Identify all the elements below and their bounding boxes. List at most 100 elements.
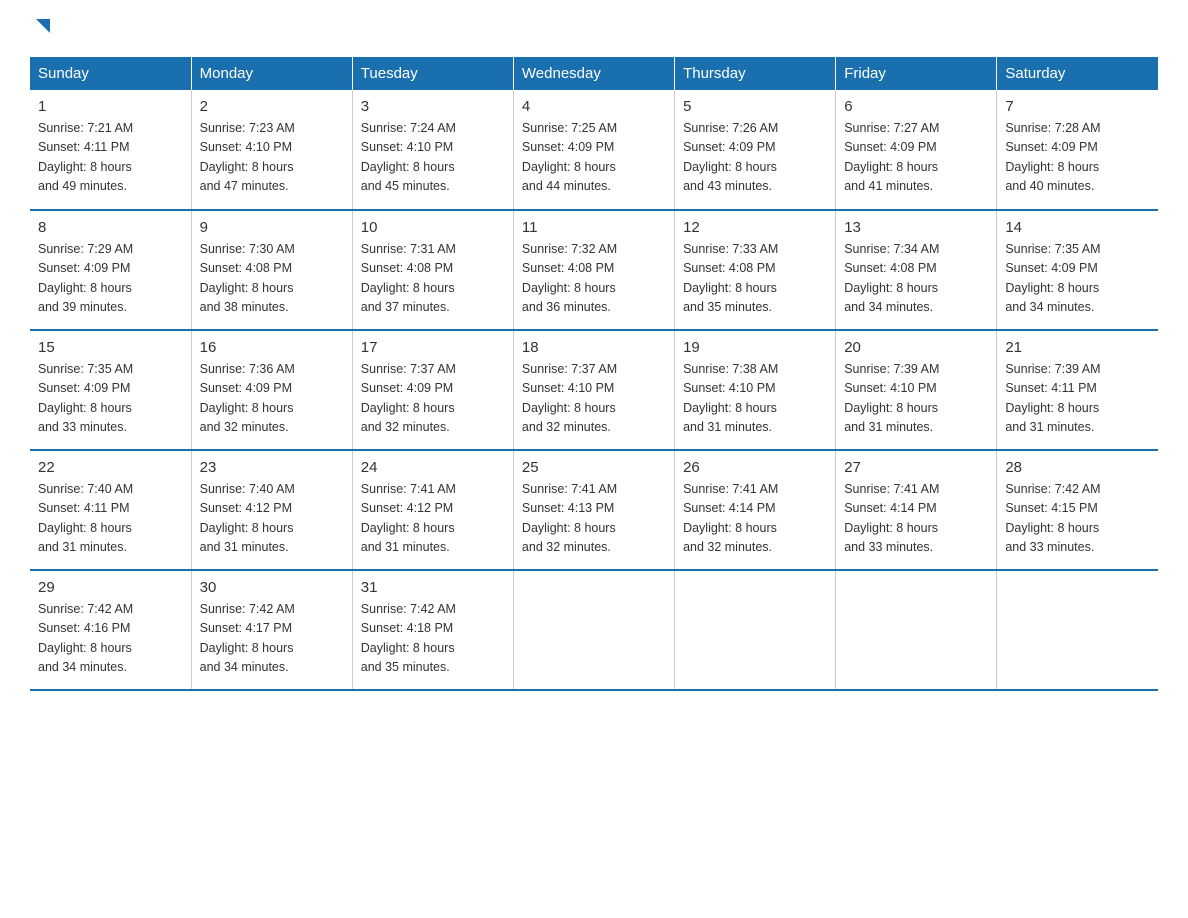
day-number: 25 [522,459,666,476]
calendar-cell: 9 Sunrise: 7:30 AMSunset: 4:08 PMDaylight… [191,210,352,330]
calendar-cell: 24 Sunrise: 7:41 AMSunset: 4:12 PMDayligh… [352,450,513,570]
day-number: 7 [1005,98,1150,115]
day-info: Sunrise: 7:25 AMSunset: 4:09 PMDaylight:… [522,119,666,197]
day-info: Sunrise: 7:32 AMSunset: 4:08 PMDaylight:… [522,240,666,318]
day-info: Sunrise: 7:42 AMSunset: 4:17 PMDaylight:… [200,600,344,678]
day-number: 4 [522,98,666,115]
calendar-cell: 13 Sunrise: 7:34 AMSunset: 4:08 PMDayligh… [836,210,997,330]
day-info: Sunrise: 7:41 AMSunset: 4:14 PMDaylight:… [844,480,988,558]
day-info: Sunrise: 7:41 AMSunset: 4:12 PMDaylight:… [361,480,505,558]
day-info: Sunrise: 7:41 AMSunset: 4:13 PMDaylight:… [522,480,666,558]
day-info: Sunrise: 7:42 AMSunset: 4:18 PMDaylight:… [361,600,505,678]
calendar-week-2: 8 Sunrise: 7:29 AMSunset: 4:09 PMDaylight… [30,210,1158,330]
day-number: 15 [38,339,183,356]
day-info: Sunrise: 7:41 AMSunset: 4:14 PMDaylight:… [683,480,827,558]
day-number: 19 [683,339,827,356]
calendar-cell: 7 Sunrise: 7:28 AMSunset: 4:09 PMDaylight… [997,90,1158,210]
day-number: 13 [844,219,988,236]
calendar-cell: 31Sunrise: 7:42 AMSunset: 4:18 PMDayligh… [352,570,513,690]
logo [30,20,54,37]
page-header [30,20,1158,37]
calendar-week-1: 1 Sunrise: 7:21 AMSunset: 4:11 PMDaylight… [30,90,1158,210]
calendar-cell: 28Sunrise: 7:42 AMSunset: 4:15 PMDayligh… [997,450,1158,570]
calendar-cell: 11 Sunrise: 7:32 AMSunset: 4:08 PMDayligh… [513,210,674,330]
day-number: 14 [1005,219,1150,236]
day-info: Sunrise: 7:36 AMSunset: 4:09 PMDaylight:… [200,360,344,438]
day-number: 20 [844,339,988,356]
day-info: Sunrise: 7:37 AMSunset: 4:10 PMDaylight:… [522,360,666,438]
day-info: Sunrise: 7:38 AMSunset: 4:10 PMDaylight:… [683,360,827,438]
day-number: 1 [38,98,183,115]
weekday-header-tuesday: Tuesday [352,57,513,90]
day-number: 11 [522,219,666,236]
day-number: 10 [361,219,505,236]
calendar-cell: 25 Sunrise: 7:41 AMSunset: 4:13 PMDayligh… [513,450,674,570]
day-number: 30 [200,579,344,596]
day-number: 26 [683,459,827,476]
day-number: 23 [200,459,344,476]
calendar-cell: 3 Sunrise: 7:24 AMSunset: 4:10 PMDaylight… [352,90,513,210]
calendar-cell: 2 Sunrise: 7:23 AMSunset: 4:10 PMDaylight… [191,90,352,210]
calendar-cell [997,570,1158,690]
day-info: Sunrise: 7:28 AMSunset: 4:09 PMDaylight:… [1005,119,1150,197]
calendar-header: SundayMondayTuesdayWednesdayThursdayFrid… [30,57,1158,90]
calendar-cell: 27 Sunrise: 7:41 AMSunset: 4:14 PMDayligh… [836,450,997,570]
calendar-cell: 10Sunrise: 7:31 AMSunset: 4:08 PMDayligh… [352,210,513,330]
day-info: Sunrise: 7:39 AMSunset: 4:10 PMDaylight:… [844,360,988,438]
day-number: 17 [361,339,505,356]
day-number: 18 [522,339,666,356]
calendar-cell: 15 Sunrise: 7:35 AMSunset: 4:09 PMDayligh… [30,330,191,450]
calendar-cell: 14 Sunrise: 7:35 AMSunset: 4:09 PMDayligh… [997,210,1158,330]
day-info: Sunrise: 7:35 AMSunset: 4:09 PMDaylight:… [38,360,183,438]
calendar-cell: 22 Sunrise: 7:40 AMSunset: 4:11 PMDayligh… [30,450,191,570]
calendar-cell: 23Sunrise: 7:40 AMSunset: 4:12 PMDayligh… [191,450,352,570]
calendar-cell [836,570,997,690]
day-number: 29 [38,579,183,596]
day-info: Sunrise: 7:40 AMSunset: 4:11 PMDaylight:… [38,480,183,558]
day-number: 22 [38,459,183,476]
calendar-cell: 21Sunrise: 7:39 AMSunset: 4:11 PMDayligh… [997,330,1158,450]
weekday-header-row: SundayMondayTuesdayWednesdayThursdayFrid… [30,57,1158,90]
day-info: Sunrise: 7:21 AMSunset: 4:11 PMDaylight:… [38,119,183,197]
day-number: 9 [200,219,344,236]
calendar-cell: 5 Sunrise: 7:26 AMSunset: 4:09 PMDaylight… [675,90,836,210]
calendar-cell: 20 Sunrise: 7:39 AMSunset: 4:10 PMDayligh… [836,330,997,450]
day-info: Sunrise: 7:23 AMSunset: 4:10 PMDaylight:… [200,119,344,197]
day-info: Sunrise: 7:27 AMSunset: 4:09 PMDaylight:… [844,119,988,197]
day-number: 12 [683,219,827,236]
day-number: 5 [683,98,827,115]
day-number: 24 [361,459,505,476]
day-number: 6 [844,98,988,115]
calendar-cell: 26 Sunrise: 7:41 AMSunset: 4:14 PMDayligh… [675,450,836,570]
day-info: Sunrise: 7:33 AMSunset: 4:08 PMDaylight:… [683,240,827,318]
calendar-cell: 18 Sunrise: 7:37 AMSunset: 4:10 PMDayligh… [513,330,674,450]
day-info: Sunrise: 7:24 AMSunset: 4:10 PMDaylight:… [361,119,505,197]
calendar-week-3: 15 Sunrise: 7:35 AMSunset: 4:09 PMDayligh… [30,330,1158,450]
calendar-cell [513,570,674,690]
weekday-header-sunday: Sunday [30,57,191,90]
calendar-week-4: 22 Sunrise: 7:40 AMSunset: 4:11 PMDayligh… [30,450,1158,570]
calendar-cell: 8 Sunrise: 7:29 AMSunset: 4:09 PMDaylight… [30,210,191,330]
day-number: 28 [1005,459,1150,476]
day-number: 16 [200,339,344,356]
calendar-table: SundayMondayTuesdayWednesdayThursdayFrid… [30,57,1158,691]
calendar-cell: 30 Sunrise: 7:42 AMSunset: 4:17 PMDayligh… [191,570,352,690]
day-info: Sunrise: 7:34 AMSunset: 4:08 PMDaylight:… [844,240,988,318]
logo-arrow-icon [32,15,54,37]
calendar-body: 1 Sunrise: 7:21 AMSunset: 4:11 PMDaylight… [30,90,1158,690]
calendar-cell: 6 Sunrise: 7:27 AMSunset: 4:09 PMDaylight… [836,90,997,210]
day-number: 21 [1005,339,1150,356]
day-info: Sunrise: 7:35 AMSunset: 4:09 PMDaylight:… [1005,240,1150,318]
weekday-header-wednesday: Wednesday [513,57,674,90]
day-info: Sunrise: 7:26 AMSunset: 4:09 PMDaylight:… [683,119,827,197]
calendar-cell: 4 Sunrise: 7:25 AMSunset: 4:09 PMDaylight… [513,90,674,210]
day-number: 2 [200,98,344,115]
weekday-header-friday: Friday [836,57,997,90]
day-number: 27 [844,459,988,476]
day-number: 8 [38,219,183,236]
day-info: Sunrise: 7:37 AMSunset: 4:09 PMDaylight:… [361,360,505,438]
day-number: 3 [361,98,505,115]
day-info: Sunrise: 7:42 AMSunset: 4:16 PMDaylight:… [38,600,183,678]
day-info: Sunrise: 7:30 AMSunset: 4:08 PMDaylight:… [200,240,344,318]
day-info: Sunrise: 7:29 AMSunset: 4:09 PMDaylight:… [38,240,183,318]
